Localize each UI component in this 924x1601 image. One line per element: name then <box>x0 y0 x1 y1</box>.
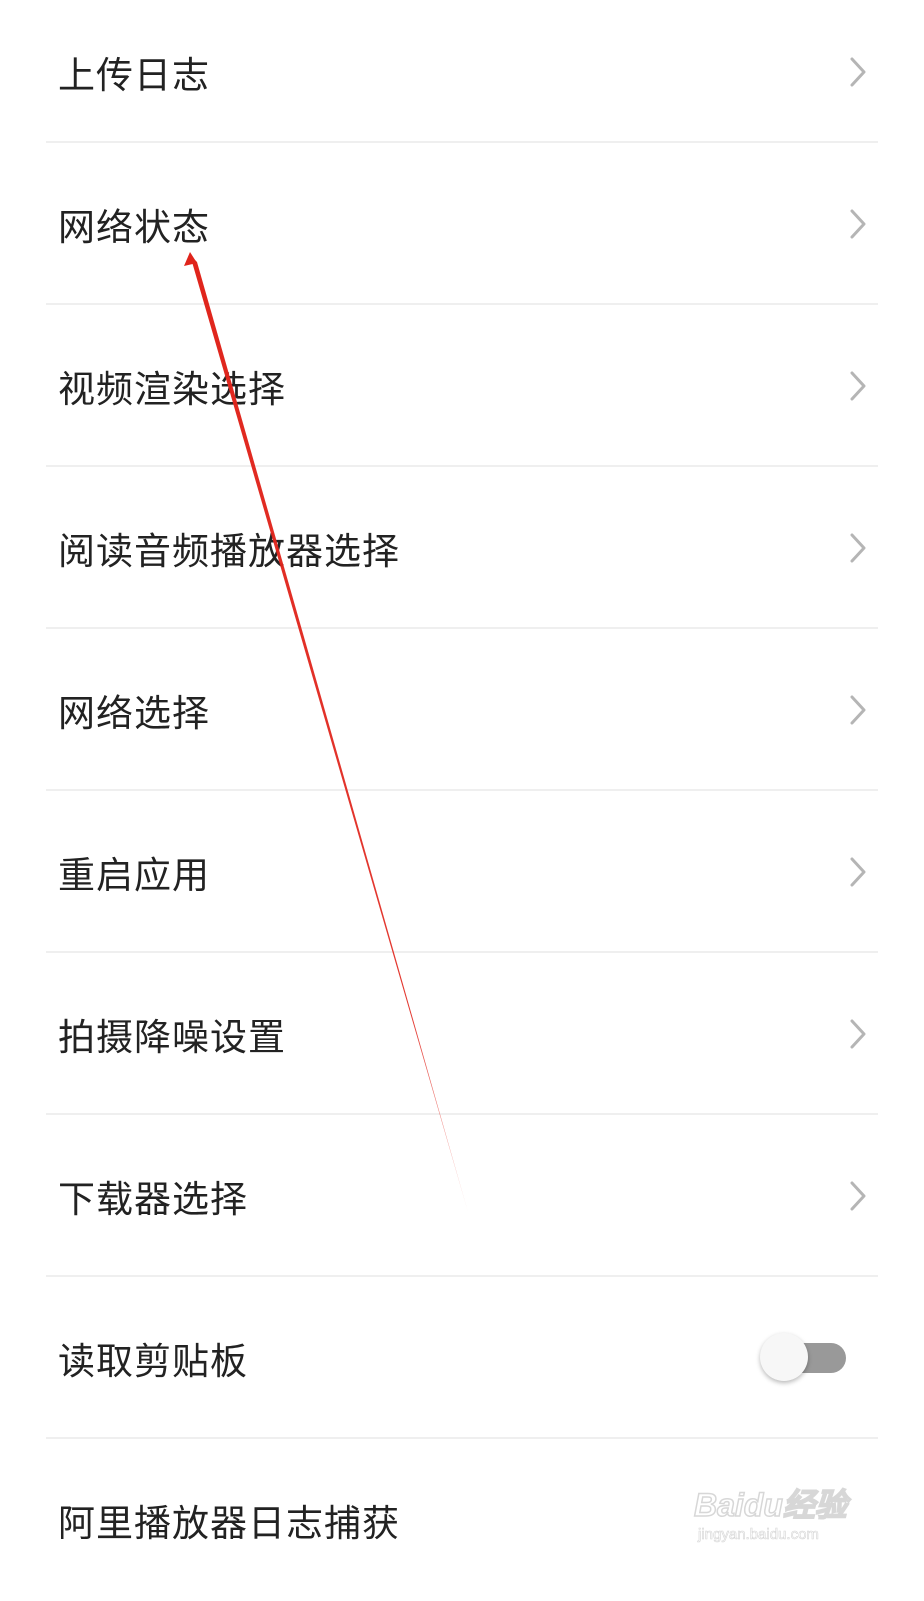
chevron-right-icon <box>848 207 868 241</box>
chevron-right-icon <box>848 855 868 889</box>
chevron-right-icon <box>848 1179 868 1213</box>
settings-item-label: 读取剪贴板 <box>58 1340 248 1383</box>
settings-item-downloader[interactable]: 下载器选择 <box>0 1115 924 1277</box>
chevron-right-icon <box>848 693 868 727</box>
settings-item-label: 下载器选择 <box>58 1178 248 1221</box>
settings-item-restart-app[interactable]: 重启应用 <box>0 791 924 953</box>
settings-item-label: 上传日志 <box>58 53 210 97</box>
settings-item-label: 网络状态 <box>58 206 210 249</box>
settings-item-upload-log[interactable]: 上传日志 <box>0 0 924 143</box>
settings-item-label: 网络选择 <box>58 692 210 735</box>
read-clipboard-toggle[interactable] <box>760 1333 846 1383</box>
settings-item-video-render[interactable]: 视频渲染选择 <box>0 305 924 467</box>
settings-item-label: 重启应用 <box>58 854 210 897</box>
settings-item-label: 阿里播放器日志捕获 <box>58 1502 400 1545</box>
chevron-right-icon <box>848 531 868 565</box>
settings-item-label: 拍摄降噪设置 <box>58 1016 286 1059</box>
baidu-jingyan-watermark: Baidu经验 jingyan.baidu.com <box>693 1470 874 1560</box>
settings-item-label: 阅读音频播放器选择 <box>58 530 400 573</box>
chevron-right-icon <box>848 1017 868 1051</box>
settings-item-read-clipboard: 读取剪贴板 <box>0 1277 924 1439</box>
chevron-right-icon <box>848 55 868 89</box>
watermark-brand: Baidu经验 <box>693 1486 847 1524</box>
watermark-url: jingyan.baidu.com <box>698 1526 820 1544</box>
toggle-knob <box>760 1333 808 1381</box>
settings-list: 上传日志 网络状态 视频渲染选择 阅读音频播放器选择 网络选择 重启应用 拍摄降… <box>0 0 924 1601</box>
settings-item-audio-player[interactable]: 阅读音频播放器选择 <box>0 467 924 629</box>
chevron-right-icon <box>848 369 868 403</box>
settings-item-label: 视频渲染选择 <box>58 368 286 411</box>
settings-item-noise-reduction[interactable]: 拍摄降噪设置 <box>0 953 924 1115</box>
settings-item-network-select[interactable]: 网络选择 <box>0 629 924 791</box>
settings-item-network-status[interactable]: 网络状态 <box>0 143 924 305</box>
